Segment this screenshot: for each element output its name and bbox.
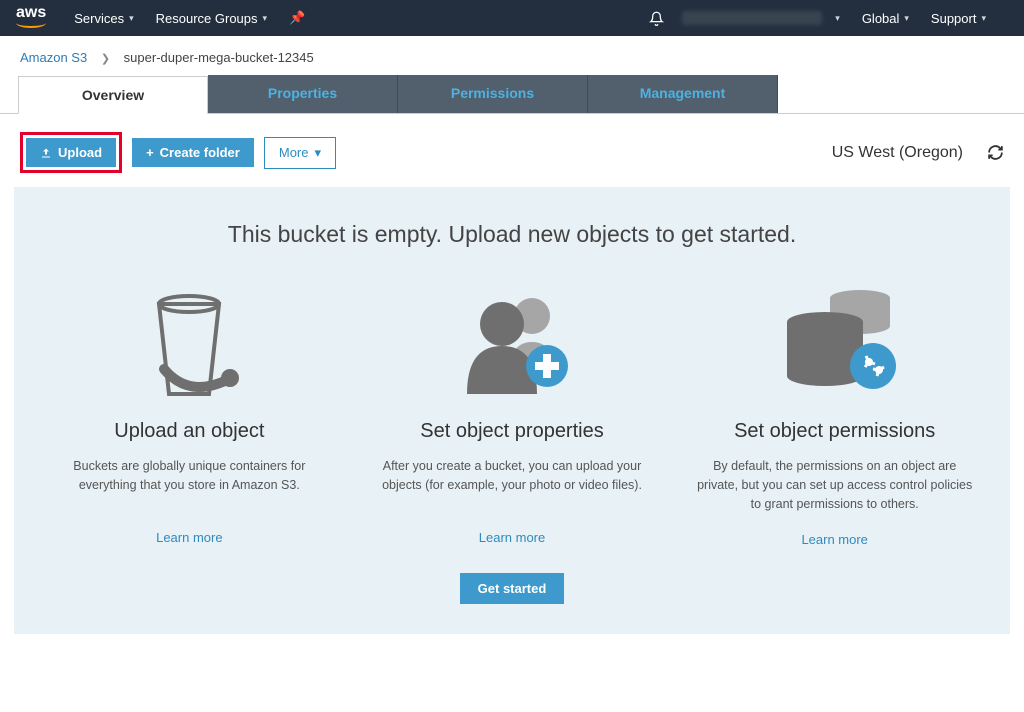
card-desc: After you create a bucket, you can uploa… (373, 457, 652, 511)
upload-button[interactable]: Upload (26, 138, 116, 167)
toolbar: Upload + Create folder More ▾ US West (O… (0, 114, 1024, 187)
aws-swoosh-icon (16, 18, 46, 28)
support-menu[interactable]: Support ▾ (931, 11, 986, 26)
upload-label: Upload (58, 145, 102, 160)
create-folder-button[interactable]: + Create folder (132, 138, 254, 167)
more-menu[interactable]: More ▾ (264, 137, 336, 169)
resource-groups-label: Resource Groups (156, 11, 258, 26)
tab-permissions[interactable]: Permissions (398, 75, 588, 113)
database-illustration (695, 284, 974, 404)
global-label: Global (862, 11, 900, 26)
resource-groups-menu[interactable]: Resource Groups ▾ (156, 11, 267, 26)
caret-down-icon: ▾ (314, 145, 321, 161)
card-upload-object: Upload an object Buckets are globally un… (38, 284, 341, 549)
breadcrumb-separator-icon: ❯ (101, 53, 110, 65)
learn-more-link[interactable]: Learn more (479, 530, 545, 545)
caret-down-icon: ▾ (904, 13, 909, 24)
card-desc: By default, the permissions on an object… (695, 457, 974, 513)
caret-down-icon: ▾ (835, 13, 840, 24)
caret-down-icon: ▾ (129, 13, 134, 24)
card-desc: Buckets are globally unique containers f… (50, 457, 329, 511)
breadcrumb-root[interactable]: Amazon S3 (20, 50, 87, 65)
top-nav: aws Services ▾ Resource Groups ▾ 📌 ▾ Glo… (0, 0, 1024, 36)
tab-overview[interactable]: Overview (18, 76, 208, 114)
refresh-icon[interactable] (987, 144, 1004, 161)
breadcrumb-bucket: super-duper-mega-bucket-12345 (124, 50, 314, 65)
card-title: Upload an object (50, 420, 329, 443)
services-label: Services (74, 11, 124, 26)
tab-properties[interactable]: Properties (208, 75, 398, 113)
bucket-tabs: Overview Properties Permissions Manageme… (0, 75, 1024, 114)
region-label: US West (Oregon) (832, 144, 963, 162)
notifications-icon[interactable] (649, 11, 664, 26)
aws-logo[interactable]: aws (16, 4, 46, 32)
breadcrumb: Amazon S3 ❯ super-duper-mega-bucket-1234… (0, 36, 1024, 75)
support-label: Support (931, 11, 977, 26)
pin-icon[interactable]: 📌 (289, 10, 305, 26)
region-menu[interactable]: Global ▾ (862, 11, 909, 26)
card-set-permissions: Set object permissions By default, the p… (683, 284, 986, 549)
account-menu[interactable]: ▾ (682, 11, 840, 25)
learn-more-link[interactable]: Learn more (801, 532, 867, 547)
tab-management[interactable]: Management (588, 75, 778, 113)
caret-down-icon: ▾ (981, 13, 986, 24)
plus-icon: + (146, 145, 154, 160)
card-title: Set object permissions (695, 420, 974, 443)
card-set-properties: Set object properties After you create a… (361, 284, 664, 549)
tutorial-highlight: Upload (20, 132, 122, 173)
empty-headline: This bucket is empty. Upload new objects… (38, 221, 986, 248)
learn-more-link[interactable]: Learn more (156, 530, 222, 545)
caret-down-icon: ▾ (263, 13, 268, 24)
services-menu[interactable]: Services ▾ (74, 11, 133, 26)
bucket-illustration (50, 284, 329, 404)
card-title: Set object properties (373, 420, 652, 443)
upload-icon (40, 147, 52, 159)
create-folder-label: Create folder (160, 145, 240, 160)
onboarding-cards: Upload an object Buckets are globally un… (38, 284, 986, 549)
empty-state-panel: This bucket is empty. Upload new objects… (14, 187, 1010, 634)
people-illustration (373, 284, 652, 404)
more-label: More (279, 145, 309, 160)
account-name-blurred (682, 11, 822, 25)
get-started-button[interactable]: Get started (460, 573, 565, 604)
